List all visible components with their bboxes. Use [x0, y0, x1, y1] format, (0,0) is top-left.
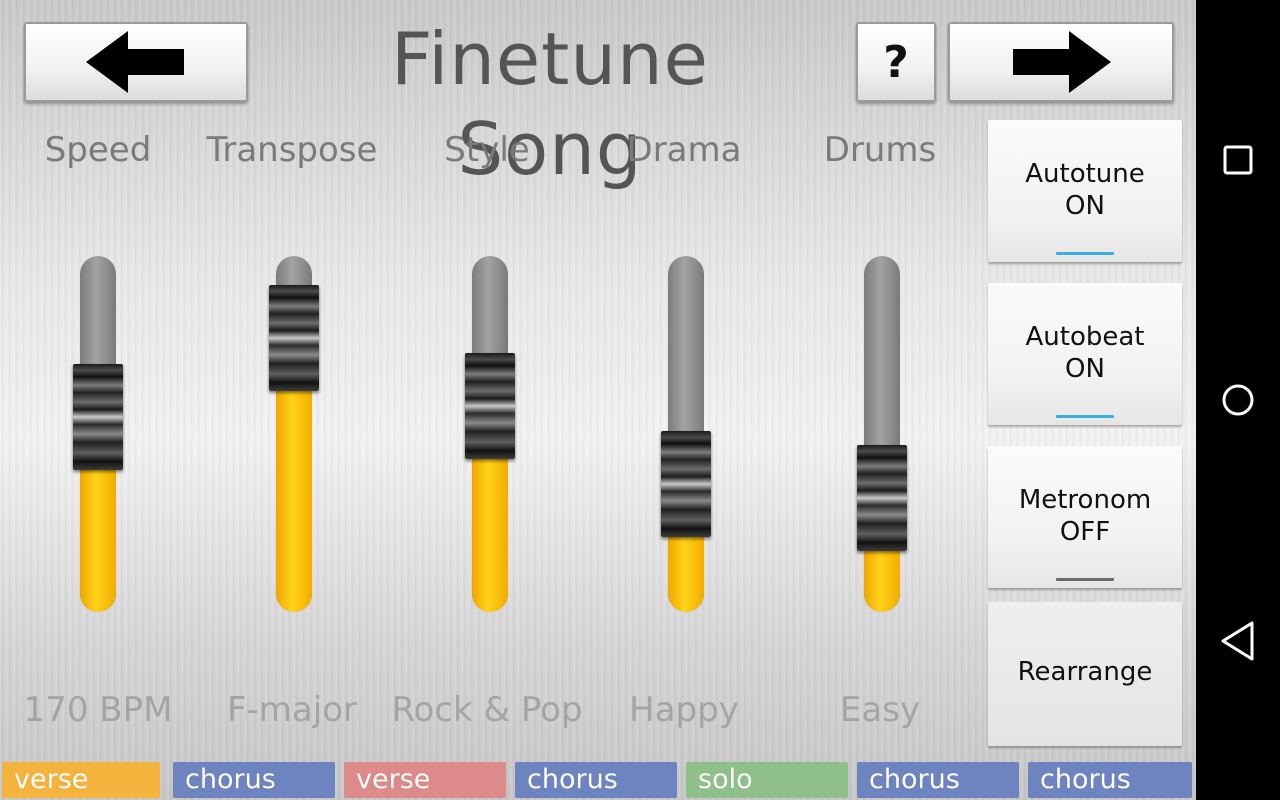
- back-button[interactable]: [24, 22, 248, 102]
- autotune-indicator: [1056, 252, 1114, 255]
- section-chorus[interactable]: chorus: [1028, 762, 1192, 798]
- section-verse[interactable]: verse: [2, 762, 160, 798]
- autotune-toggle[interactable]: Autotune ON: [988, 120, 1182, 262]
- autobeat-label: Autobeat: [1025, 322, 1145, 352]
- section-chorus[interactable]: chorus: [857, 762, 1019, 798]
- back-system-button[interactable]: [1196, 620, 1280, 662]
- square-icon: [1223, 145, 1253, 175]
- drama-slider-fill: [668, 537, 704, 612]
- transpose-label: Transpose: [206, 130, 378, 170]
- section-solo[interactable]: solo: [686, 762, 848, 798]
- drums-label: Drums: [823, 130, 937, 170]
- system-nav-bar: [1196, 0, 1280, 800]
- speed-slider-knob[interactable]: [73, 364, 123, 470]
- home-button[interactable]: [1196, 382, 1280, 418]
- section-chorus[interactable]: chorus: [515, 762, 677, 798]
- style-value: Rock & Pop: [391, 690, 583, 730]
- arrow-left-icon: [86, 31, 184, 93]
- rearrange-button[interactable]: Rearrange: [988, 602, 1182, 746]
- metronome-toggle[interactable]: Metronom OFF: [988, 446, 1182, 588]
- circle-icon: [1222, 384, 1254, 416]
- recents-button[interactable]: [1196, 144, 1280, 176]
- transpose-value: F-major: [226, 690, 357, 730]
- section-chorus[interactable]: chorus: [173, 762, 335, 798]
- drama-slider-knob[interactable]: [661, 431, 711, 537]
- style-label: Style: [444, 130, 530, 170]
- section-verse[interactable]: verse: [344, 762, 506, 798]
- drums-value: Easy: [839, 690, 921, 730]
- triangle-back-icon: [1221, 621, 1254, 661]
- metronome-label: Metronom: [1018, 485, 1152, 515]
- autotune-state: ON: [1065, 191, 1105, 221]
- help-label: ?: [883, 36, 909, 88]
- autobeat-state: ON: [1065, 354, 1105, 384]
- drums-slider[interactable]: [864, 256, 900, 612]
- drums-slider-fill: [864, 551, 900, 612]
- speed-slider-fill: [80, 470, 116, 612]
- autotune-label: Autotune: [1025, 159, 1145, 189]
- drums-slider-knob[interactable]: [857, 445, 907, 551]
- autobeat-indicator: [1056, 415, 1114, 418]
- transpose-slider-knob[interactable]: [269, 285, 319, 391]
- song-sections-bar: verse chorus verse chorus solo chorus ch…: [0, 760, 1196, 800]
- speed-value: 170 BPM: [23, 690, 173, 730]
- metronome-indicator: [1056, 578, 1114, 581]
- style-slider-knob[interactable]: [465, 353, 515, 459]
- transpose-slider-fill: [276, 391, 312, 612]
- speed-label: Speed: [44, 130, 152, 170]
- arrow-right-icon: [1013, 31, 1111, 93]
- metronome-state: OFF: [1059, 517, 1111, 547]
- app-window: Finetune Song ? Speed Transpose Style Dr…: [0, 0, 1196, 800]
- rearrange-label: Rearrange: [1017, 657, 1153, 687]
- drama-value: Happy: [629, 690, 739, 730]
- forward-button[interactable]: [948, 22, 1174, 102]
- autobeat-toggle[interactable]: Autobeat ON: [988, 283, 1182, 425]
- style-slider-fill: [472, 459, 508, 612]
- help-button[interactable]: ?: [856, 22, 936, 102]
- drama-label: Drama: [626, 130, 742, 170]
